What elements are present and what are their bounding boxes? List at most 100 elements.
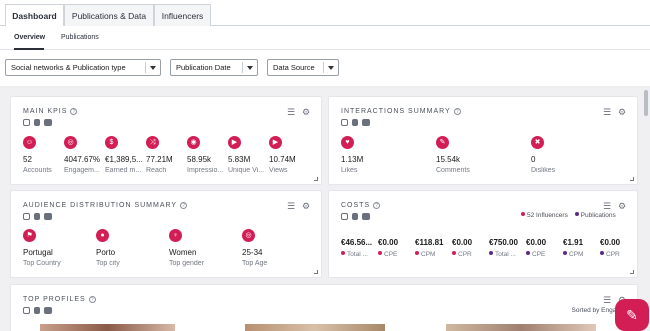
target-icon: ◎ bbox=[242, 229, 255, 242]
resize-handle[interactable] bbox=[314, 177, 318, 181]
costs-legend: 52 Influencers Publications bbox=[521, 212, 616, 219]
flag-icon: ⚑ bbox=[23, 229, 36, 242]
chevron-down-icon bbox=[150, 66, 156, 70]
top-profiles-title: TOP PROFILES bbox=[23, 296, 86, 303]
instagram-icon bbox=[341, 119, 348, 126]
dollar-icon: $ bbox=[105, 136, 118, 149]
card-title: TOP PROFILES? bbox=[23, 296, 96, 303]
cost-label-text: Total ... bbox=[495, 251, 516, 258]
cost-label-text: CPM bbox=[421, 251, 436, 258]
cost-dot bbox=[341, 251, 345, 255]
kpi-label: Top gender bbox=[169, 260, 205, 267]
sliders-icon[interactable]: ☰ bbox=[287, 202, 296, 211]
kpi-item: ✖ 0 Dislikes bbox=[531, 136, 579, 174]
filter-label: Social networks & Publication type bbox=[11, 63, 126, 72]
sliders-icon[interactable]: ☰ bbox=[603, 296, 612, 305]
subtab-bar: Overview Publications bbox=[0, 26, 650, 50]
sliders-icon[interactable]: ☰ bbox=[603, 202, 612, 211]
tab-dashboard[interactable]: Dashboard bbox=[5, 4, 64, 27]
kpi-label: Top city bbox=[96, 260, 120, 267]
resize-handle[interactable] bbox=[314, 270, 318, 274]
sliders-icon[interactable]: ☰ bbox=[603, 108, 612, 117]
gear-icon[interactable]: ⚙ bbox=[618, 202, 627, 211]
social-networks-filter[interactable]: Social networks & Publication type bbox=[5, 59, 161, 76]
card-title: INTERACTIONS SUMMARY? bbox=[341, 108, 461, 115]
tab-influencers[interactable]: Influencers bbox=[154, 4, 211, 26]
cost-dot bbox=[378, 251, 382, 255]
scrollbar[interactable] bbox=[644, 90, 648, 116]
filter-bar: Social networks & Publication type Publi… bbox=[0, 50, 650, 86]
dislike-icon: ✖ bbox=[531, 136, 544, 149]
help-icon[interactable]: ? bbox=[453, 108, 461, 115]
profile-thumbnail[interactable] bbox=[446, 324, 596, 331]
cost-label-text: CPR bbox=[606, 251, 620, 258]
youtube-icon bbox=[44, 307, 52, 314]
card-title: COSTS? bbox=[341, 202, 381, 209]
top-tab-bar: Dashboard Publications & Data Influencer… bbox=[0, 0, 650, 27]
play-icon: ▶ bbox=[228, 136, 241, 149]
gear-icon[interactable]: ⚙ bbox=[302, 202, 311, 211]
social-icons bbox=[341, 119, 370, 126]
help-icon[interactable]: ? bbox=[373, 202, 381, 209]
kpi-label: Dislikes bbox=[531, 167, 556, 174]
gear-icon[interactable]: ⚙ bbox=[302, 108, 311, 117]
filter-label: Publication Date bbox=[176, 63, 231, 72]
kpi-item: ✎ 15.54k Comments bbox=[436, 136, 484, 174]
tiktok-icon bbox=[34, 119, 40, 126]
costs-card: COSTS? ☰ ⚙ 52 Influencers Publications €4… bbox=[328, 190, 638, 278]
interactions-summary-card: INTERACTIONS SUMMARY? ☰ ⚙ ♥ 1.13M Likes ✎ 15.… bbox=[328, 96, 638, 185]
publication-date-filter[interactable]: Publication Date bbox=[170, 59, 258, 76]
subtab-overview[interactable]: Overview bbox=[14, 26, 45, 50]
kpi-item: ◎ 25-34 Top Age bbox=[242, 229, 290, 267]
cost-label-text: CPE bbox=[532, 251, 546, 258]
card-title: AUDIENCE DISTRIBUTION SUMMARY? bbox=[23, 202, 188, 209]
kpi-label: Top Age bbox=[242, 260, 268, 267]
comment-icon: ✎ bbox=[436, 136, 449, 149]
profile-thumbnail[interactable] bbox=[40, 324, 175, 331]
cost-dot bbox=[452, 251, 456, 255]
tiktok-icon bbox=[34, 307, 40, 314]
instagram-icon bbox=[23, 119, 30, 126]
audience-title: AUDIENCE DISTRIBUTION SUMMARY bbox=[23, 202, 178, 209]
youtube-icon bbox=[362, 119, 370, 126]
card-tools: ☰⚙ bbox=[603, 202, 627, 211]
kpi-item: ⚑ Portugal Top Country bbox=[23, 229, 71, 267]
youtube-icon bbox=[44, 213, 52, 220]
kpi-value: 0 bbox=[531, 155, 536, 164]
help-icon[interactable]: ? bbox=[180, 202, 188, 209]
filter-label: Data Source bbox=[273, 63, 315, 72]
gear-icon[interactable]: ⚙ bbox=[618, 108, 627, 117]
resize-handle[interactable] bbox=[630, 270, 634, 274]
kpi-label: Views bbox=[269, 167, 288, 174]
kpi-value: Portugal bbox=[23, 248, 53, 257]
social-icons bbox=[23, 307, 52, 314]
sliders-icon[interactable]: ☰ bbox=[287, 108, 296, 117]
audience-distribution-card: AUDIENCE DISTRIBUTION SUMMARY? ☰ ⚙ ⚑ Portu… bbox=[10, 190, 322, 278]
kpi-value: Women bbox=[169, 248, 197, 257]
pin-icon: ● bbox=[96, 229, 109, 242]
main-kpis-card: MAIN KPIS? ☰ ⚙ ☺ 52 Accounts ◎ 4047.67% Engage… bbox=[10, 96, 322, 185]
social-icons bbox=[341, 213, 370, 220]
social-icons bbox=[23, 119, 52, 126]
shuffle-icon: ⤨ bbox=[146, 136, 159, 149]
data-source-filter[interactable]: Data Source bbox=[267, 59, 339, 76]
kpi-value: 15.54k bbox=[436, 155, 461, 164]
cost-label-text: CPE bbox=[384, 251, 398, 258]
resize-handle[interactable] bbox=[630, 177, 634, 181]
tab-publications-data[interactable]: Publications & Data bbox=[64, 4, 154, 26]
main-kpis-title: MAIN KPIS bbox=[23, 108, 68, 115]
profile-thumbnail[interactable] bbox=[245, 324, 385, 331]
kpi-item: ♥ 1.13M Likes bbox=[341, 136, 389, 174]
chat-help-button[interactable]: ✎ bbox=[615, 299, 649, 331]
help-icon[interactable]: ? bbox=[70, 108, 78, 115]
subtab-publications[interactable]: Publications bbox=[61, 26, 103, 50]
help-icon[interactable]: ? bbox=[88, 296, 96, 303]
legend-publications: Publications bbox=[580, 212, 616, 219]
cost-item: €0.00 CPR bbox=[600, 238, 644, 258]
costs-title: COSTS bbox=[341, 202, 371, 209]
legend-dot bbox=[521, 212, 525, 216]
instagram-icon bbox=[23, 307, 30, 314]
cost-label-text: Total ... bbox=[347, 251, 368, 258]
card-title: MAIN KPIS? bbox=[23, 108, 78, 115]
kpi-label: Likes bbox=[341, 167, 358, 174]
